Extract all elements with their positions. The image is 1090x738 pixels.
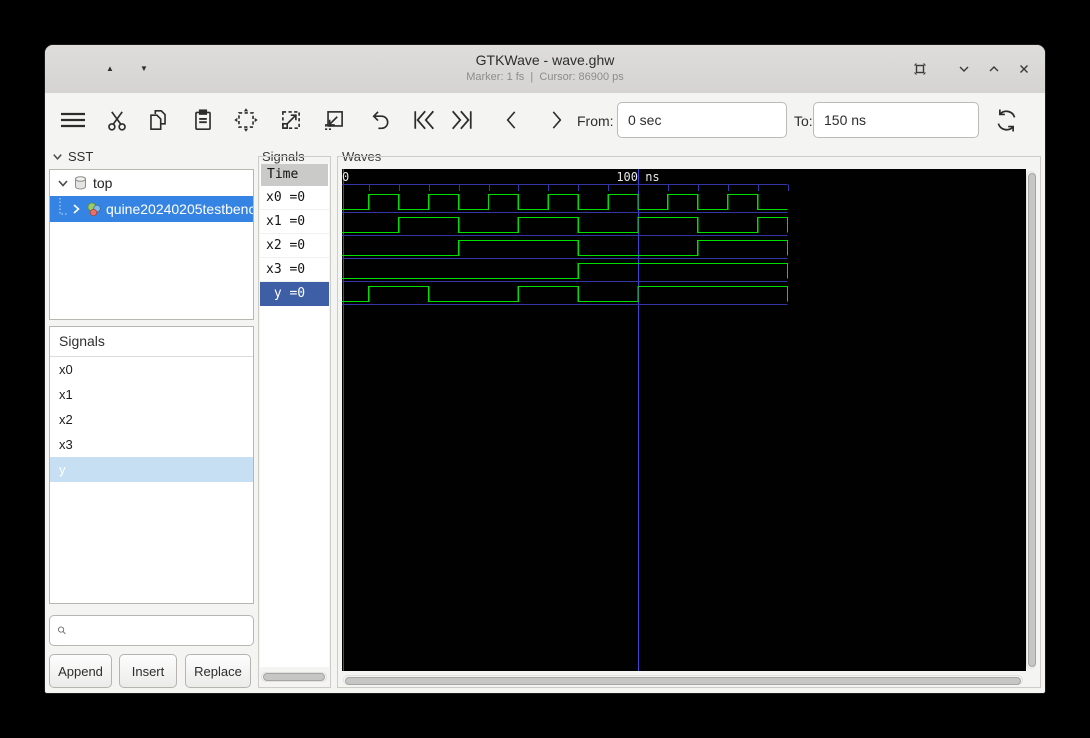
chevron-left-icon [506, 111, 516, 129]
zoom-fit-icon [234, 108, 258, 132]
names-hscrollbar-track[interactable] [261, 672, 327, 682]
to-label: To: [794, 113, 813, 129]
copy-button[interactable] [141, 103, 175, 137]
skip-forward-icon [452, 110, 472, 130]
waves-vscrollbar-track[interactable] [1026, 171, 1036, 669]
database-icon [75, 176, 86, 190]
sst-tree-panel: top quine20240205testbench [49, 169, 254, 320]
search-icon [57, 626, 66, 635]
maximize-button[interactable] [981, 57, 1007, 81]
from-label: From: [577, 113, 614, 129]
zoom-out-icon [325, 111, 343, 131]
chevron-right-icon[interactable] [69, 202, 83, 216]
waves-vscrollbar-thumb[interactable] [1028, 173, 1036, 667]
zoom-in-button[interactable] [274, 103, 308, 137]
copy-icon [150, 109, 166, 131]
to-input[interactable] [813, 102, 979, 138]
keep-above-button[interactable] [907, 57, 933, 81]
tree-item-label: top [93, 175, 113, 191]
time-header[interactable]: Time [261, 164, 328, 186]
undo-icon [372, 111, 389, 130]
skip-backward-icon [414, 110, 434, 130]
close-button[interactable] [1011, 57, 1037, 81]
component-icon [87, 202, 101, 217]
signal-list-item-x3[interactable]: x3 [50, 432, 253, 457]
undo-button[interactable] [363, 103, 397, 137]
signal-value-row-x1[interactable]: x1 =0 [260, 210, 329, 234]
reload-button[interactable] [989, 103, 1023, 137]
names-hscrollbar-thumb[interactable] [263, 673, 325, 681]
waves-frame: 0 100 ns [337, 156, 1041, 688]
svg-text:0: 0 [342, 170, 349, 184]
go-next-button[interactable] [539, 103, 573, 137]
go-previous-button[interactable] [495, 103, 529, 137]
window-subtitle: Marker: 1 fs | Cursor: 86900 ps [466, 71, 624, 83]
replace-button[interactable]: Replace [185, 654, 251, 688]
tree-item-label: quine20240205testbench [106, 201, 253, 217]
signal-value-row-y[interactable]: y =0 [260, 282, 329, 306]
zoom-out-button[interactable] [317, 103, 351, 137]
menu-icon [61, 112, 85, 128]
reload-icon [997, 108, 1015, 132]
append-button[interactable]: Append [49, 654, 112, 688]
desktop-background: ▲ ▼ GTKWave - wave.ghw Marker: 1 fs | Cu… [0, 0, 1090, 738]
from-input[interactable] [617, 102, 787, 138]
svg-text:100 ns: 100 ns [616, 170, 659, 184]
sst-expander[interactable]: SST [51, 149, 93, 164]
sst-label: SST [68, 149, 94, 164]
paste-button[interactable] [186, 103, 220, 137]
chevron-down-icon [53, 154, 62, 160]
menu-button[interactable] [56, 103, 90, 137]
signal-value-row-x3[interactable]: x3 =0 [260, 258, 329, 282]
signal-list-item-x0[interactable]: x0 [50, 357, 253, 382]
gtkwave-window: ▲ ▼ GTKWave - wave.ghw Marker: 1 fs | Cu… [45, 45, 1045, 693]
signal-search-field[interactable] [49, 615, 254, 646]
signal-list-item-x1[interactable]: x1 [50, 382, 253, 407]
zoom-in-icon [282, 111, 300, 129]
chevron-right-icon [552, 111, 562, 129]
tree-branch-line [59, 198, 67, 215]
clipboard-icon [195, 109, 211, 131]
waveform-plot: 0 100 ns [342, 169, 789, 671]
chevron-up-icon [989, 66, 999, 72]
waves-hscrollbar-thumb[interactable] [345, 677, 1021, 685]
signal-search-panel: Signals x0 x1 x2 x3 y [49, 326, 254, 604]
chevron-down-icon [959, 66, 969, 72]
signal-value-row-x0[interactable]: x0 =0 [260, 186, 329, 210]
scissors-icon [108, 111, 126, 131]
keep-above-icon [914, 63, 926, 75]
minimize-button[interactable] [951, 57, 977, 81]
chevron-down-icon[interactable] [56, 176, 70, 190]
zoom-fit-button[interactable] [229, 103, 263, 137]
titlebar[interactable]: ▲ ▼ GTKWave - wave.ghw Marker: 1 fs | Cu… [45, 45, 1045, 94]
signal-list-item-x2[interactable]: x2 [50, 407, 253, 432]
tree-item-testbench[interactable]: quine20240205testbench [50, 196, 253, 222]
insert-button[interactable]: Insert [119, 654, 177, 688]
signal-search-input[interactable] [73, 622, 253, 639]
waves-hscrollbar-track[interactable] [343, 675, 1023, 685]
signal-list-item-y[interactable]: y [50, 457, 253, 482]
tree-item-top[interactable]: top [50, 170, 253, 196]
signals-values-frame: Time x0 =0 x1 =0 x2 =0 x3 =0 y =0 [258, 156, 331, 688]
signal-value-row-x2[interactable]: x2 =0 [260, 234, 329, 258]
cut-button[interactable] [100, 103, 134, 137]
signals-column-header[interactable]: Signals [50, 327, 253, 357]
signals-values-panel: Time x0 =0 x1 =0 x2 =0 x3 =0 y =0 [260, 164, 329, 667]
close-icon [1020, 65, 1028, 73]
go-last-button[interactable] [445, 103, 479, 137]
window-title: GTKWave - wave.ghw [475, 52, 615, 68]
wave-canvas[interactable]: 0 100 ns [342, 169, 1026, 671]
go-first-button[interactable] [407, 103, 441, 137]
